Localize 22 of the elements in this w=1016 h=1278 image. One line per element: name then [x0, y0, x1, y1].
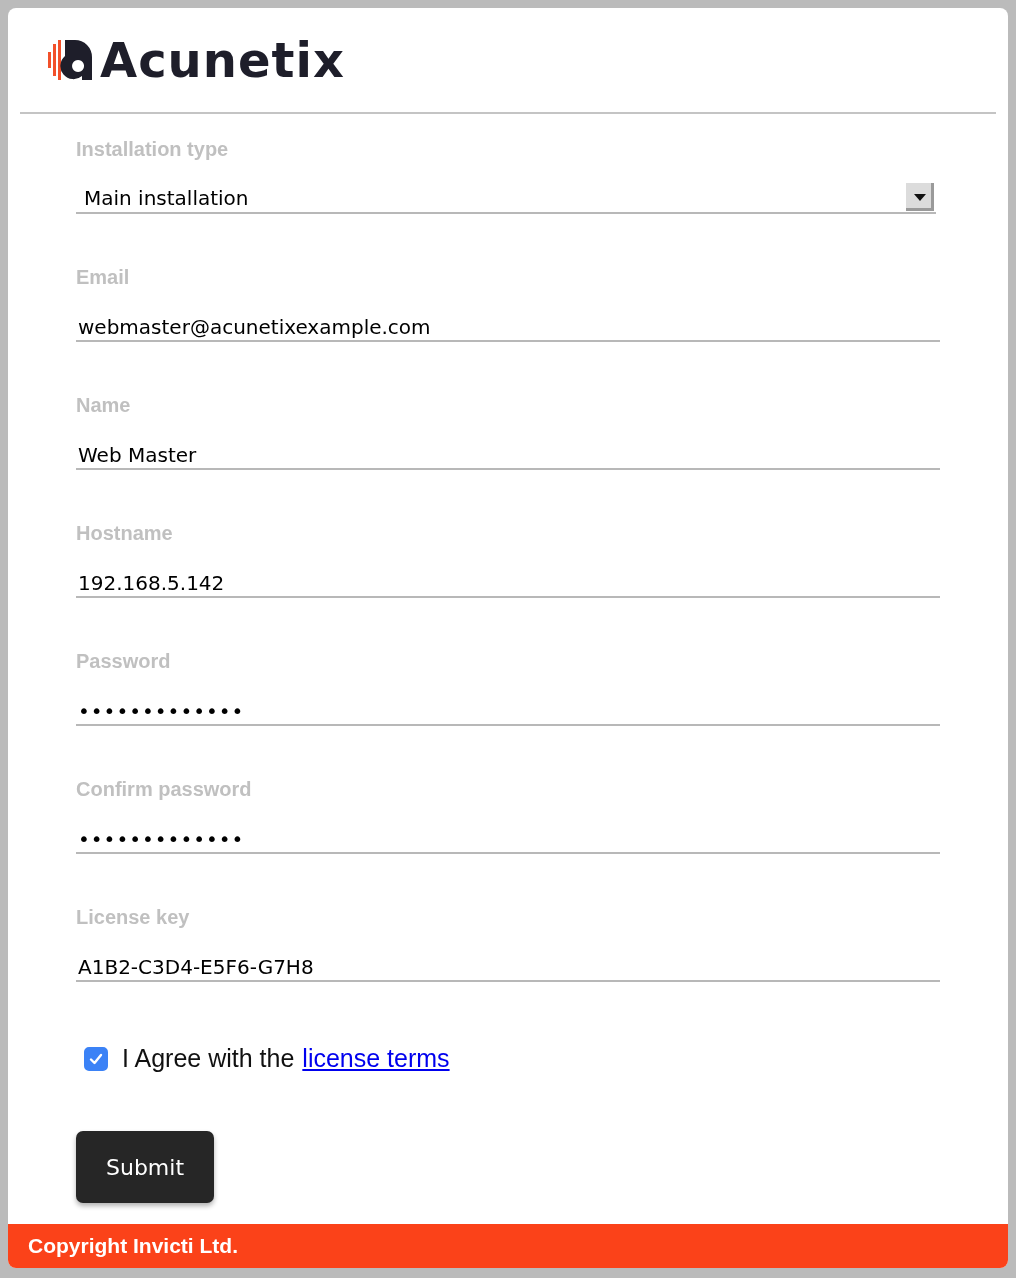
- copyright-text: Copyright Invicti Ltd.: [28, 1234, 238, 1258]
- input-field[interactable]: Web Master: [76, 440, 940, 470]
- checkbox[interactable]: [84, 1046, 108, 1071]
- field-label: Email: [76, 266, 131, 290]
- password-field[interactable]: •••••••••••••: [76, 696, 940, 726]
- license-link[interactable]: license terms: [302, 1044, 450, 1073]
- field-label: Confirm password: [76, 778, 253, 802]
- password-field[interactable]: •••••••••••••: [76, 824, 940, 854]
- agreement-text: I Agree with the: [122, 1044, 295, 1073]
- field-label: Password: [76, 650, 172, 674]
- logo-text: Acunetix: [100, 36, 345, 84]
- logo-icon: [48, 38, 92, 82]
- caret-icon: [906, 183, 934, 211]
- field-label: Name: [76, 394, 132, 418]
- field-label: Installation type: [76, 138, 230, 162]
- input-field[interactable]: webmaster@acunetixexample.com: [76, 312, 940, 342]
- input-field[interactable]: 192.168.5.142: [76, 568, 940, 598]
- dropdown[interactable]: Main installation: [76, 184, 936, 214]
- field-label: License key: [76, 906, 191, 930]
- input-field[interactable]: A1B2-C3D4-E5F6-G7H8: [76, 952, 940, 982]
- submit-button[interactable]: Submit: [76, 1131, 214, 1203]
- field-label: Hostname: [76, 522, 174, 546]
